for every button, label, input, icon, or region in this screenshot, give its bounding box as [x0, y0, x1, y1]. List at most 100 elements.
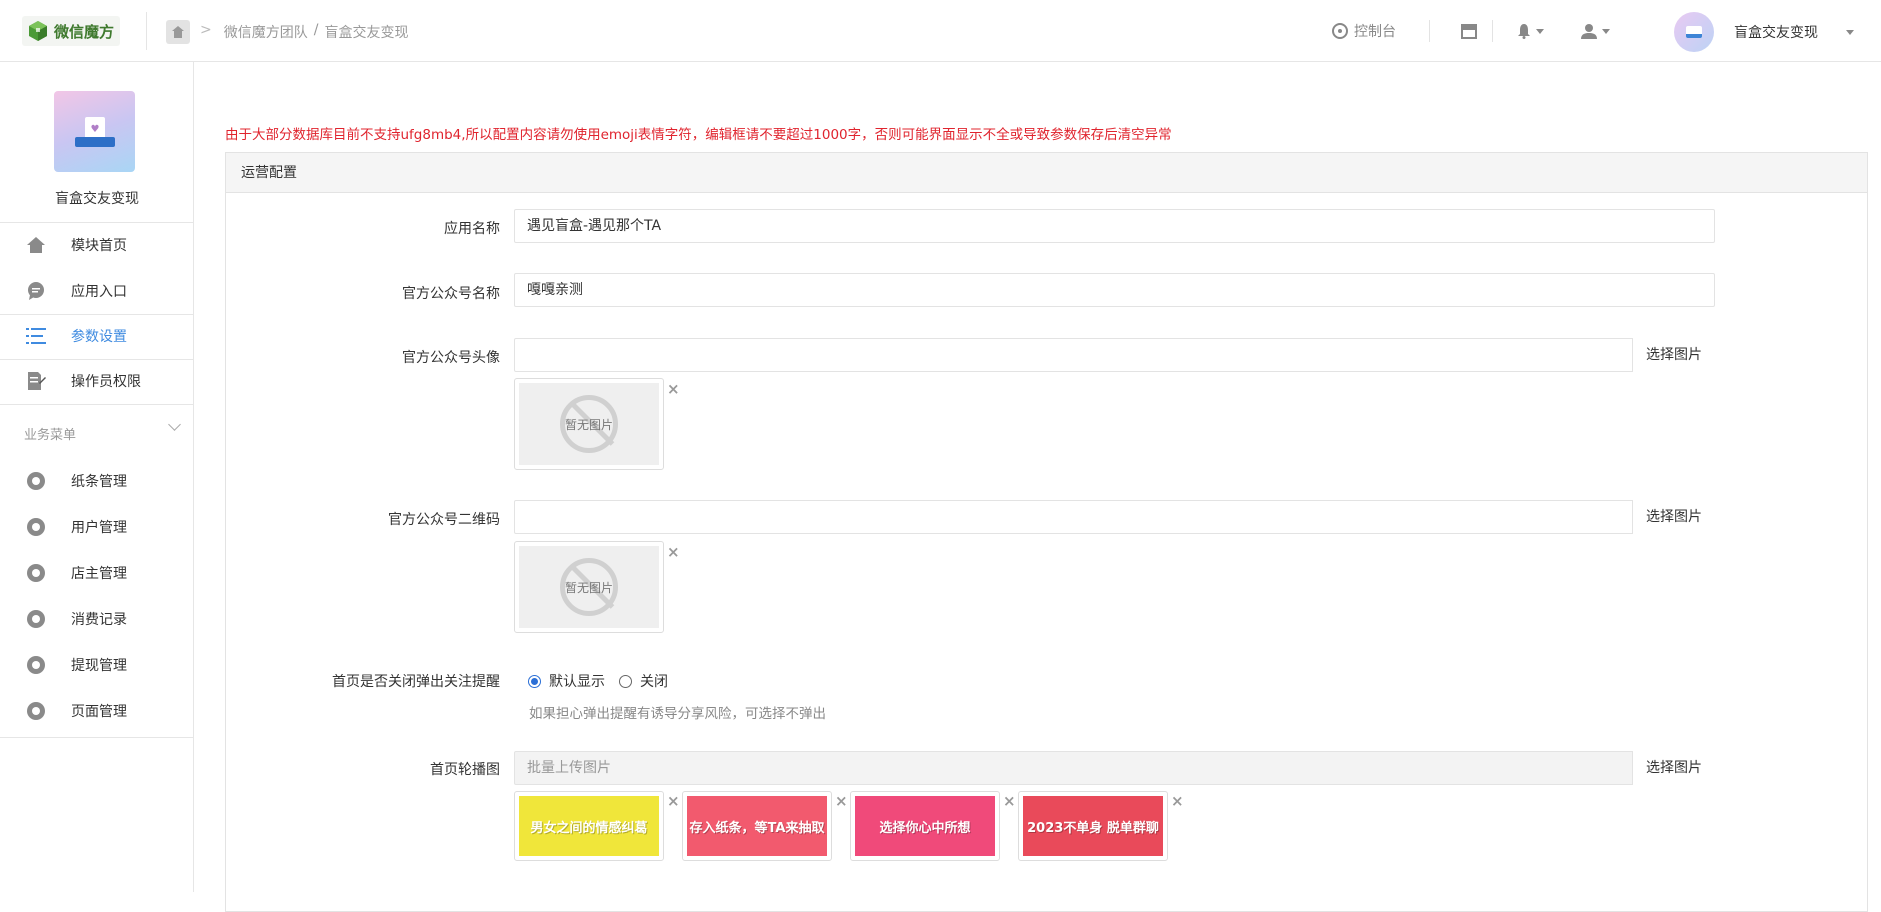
- breadcrumb-separator: /: [313, 22, 319, 38]
- breadcrumb-team[interactable]: 微信魔方团队: [224, 22, 308, 42]
- user-menu[interactable]: [1580, 0, 1610, 62]
- sidebar-item-label: 用户管理: [71, 520, 127, 536]
- divider: [1429, 20, 1430, 42]
- sidebar-item-users[interactable]: 用户管理: [0, 505, 194, 549]
- carousel-label: 首页轮播图: [430, 762, 500, 778]
- gear-icon: [25, 608, 47, 630]
- sidebar-item-notes[interactable]: 纸条管理: [0, 459, 194, 503]
- app-avatar-icon: [1686, 26, 1702, 38]
- sidebar-item-shop-owners[interactable]: 店主管理: [0, 551, 194, 595]
- chevron-right-icon: >: [200, 22, 212, 38]
- sidebar-item-label: 操作员权限: [71, 374, 141, 390]
- sidebar-item-label: 页面管理: [71, 704, 127, 720]
- sidebar-item-consumption-records[interactable]: 消费记录: [0, 597, 194, 641]
- sidebar-app-name: 盲盒交友变现: [55, 191, 139, 207]
- close-icon[interactable]: ×: [667, 792, 680, 810]
- carousel-image-2: 存入纸条，等TA来抽取: [682, 791, 832, 861]
- gear-icon: [25, 654, 47, 676]
- app-name-input[interactable]: 遇见盲盒-遇见那个TA: [514, 209, 1715, 243]
- brand-logo[interactable]: 微信魔方: [22, 16, 121, 46]
- carousel-upload-input[interactable]: 批量上传图片: [514, 751, 1715, 785]
- carousel-caption: 2023不单身 脱单群聊: [1027, 820, 1159, 836]
- radio-default-show-label[interactable]: 默认显示: [549, 671, 605, 691]
- store-icon[interactable]: [1460, 0, 1478, 62]
- popup-reminder-label: 首页是否关闭弹出关注提醒: [332, 674, 500, 690]
- sidebar-item-withdrawals[interactable]: 提现管理: [0, 643, 194, 687]
- radio-close[interactable]: [619, 674, 632, 688]
- app-logo: ♥: [54, 91, 135, 172]
- sidebar: ♥ 盲盒交友变现 模块首页 应用入口 参数设置 操作员权限 业务菜单 纸条管理: [0, 62, 194, 892]
- user-name[interactable]: 盲盒交友变现: [1734, 22, 1818, 42]
- popup-help-text: 如果担心弹出提醒有诱导分享风险，可选择不弹出: [529, 706, 826, 722]
- select-avatar-image-button[interactable]: 选择图片: [1632, 338, 1715, 372]
- caret-down-icon[interactable]: [1846, 30, 1854, 35]
- sidebar-item-operator-permissions[interactable]: 操作员权限: [0, 359, 194, 403]
- notification-bell[interactable]: [1516, 0, 1544, 62]
- close-icon[interactable]: ×: [1171, 792, 1184, 810]
- caret-down-icon: [1536, 28, 1544, 34]
- gear-icon: [25, 562, 47, 584]
- sidebar-item-label: 参数设置: [71, 329, 127, 345]
- close-icon[interactable]: ×: [667, 543, 680, 561]
- no-image-text: 暂无图片: [564, 580, 613, 595]
- official-avatar-input[interactable]: [514, 338, 1715, 372]
- sidebar-item-label: 应用入口: [71, 284, 127, 300]
- radio-close-label[interactable]: 关闭: [640, 671, 668, 691]
- section-title-business-menu[interactable]: 业务菜单: [24, 424, 76, 443]
- sidebar-item-label: 模块首页: [71, 238, 127, 254]
- avatar-image-preview: 暂无图片: [514, 378, 664, 470]
- no-image-text: 暂无图片: [564, 417, 613, 432]
- sidebar-item-label: 提现管理: [71, 658, 127, 674]
- radio-default-show[interactable]: [528, 674, 541, 688]
- breadcrumb: > 微信魔方团队 / 盲盒交友变现: [200, 22, 408, 42]
- list-icon: [26, 326, 46, 346]
- bell-icon: [1518, 24, 1530, 39]
- divider: [1492, 20, 1493, 42]
- sidebar-item-label: 店主管理: [71, 566, 127, 582]
- select-carousel-images-button[interactable]: 选择图片: [1632, 751, 1715, 785]
- user-icon: [1581, 24, 1597, 39]
- divider: [146, 12, 147, 50]
- close-icon[interactable]: ×: [667, 380, 680, 398]
- sidebar-item-label: 消费记录: [71, 612, 127, 628]
- select-qr-image-button[interactable]: 选择图片: [1632, 500, 1715, 534]
- close-icon[interactable]: ×: [835, 792, 848, 810]
- carousel-image-4: 2023不单身 脱单群聊: [1018, 791, 1168, 861]
- popup-reminder-radio-group: 默认显示 关闭: [528, 671, 668, 691]
- heart-icon: ♥: [90, 123, 100, 135]
- gear-icon: [25, 470, 47, 492]
- console-label: 控制台: [1354, 24, 1396, 40]
- carousel-caption: 选择你心中所想: [879, 820, 971, 836]
- gear-icon: [25, 700, 47, 722]
- qr-image-preview: 暂无图片: [514, 541, 664, 633]
- divider: [0, 737, 194, 738]
- gear-icon: [25, 516, 47, 538]
- breadcrumb-current: 盲盒交友变现: [324, 25, 409, 41]
- sidebar-item-label: 纸条管理: [71, 474, 127, 490]
- official-qr-label: 官方公众号二维码: [388, 512, 500, 528]
- brand-logo-text: 微信魔方: [54, 22, 115, 41]
- sidebar-item-app-entry[interactable]: 应用入口: [0, 269, 194, 313]
- sidebar-item-module-home[interactable]: 模块首页: [0, 223, 194, 267]
- console-icon: [1332, 23, 1348, 39]
- warning-notice: 由于大部分数据库目前不支持ufg8mb4,所以配置内容请勿使用emoji表情字符…: [225, 127, 1172, 143]
- sidebar-item-pages[interactable]: 页面管理: [0, 689, 194, 733]
- top-bar: 微信魔方 > 微信魔方团队 / 盲盒交友变现 控制台 盲盒交友变现: [0, 0, 1881, 62]
- close-icon[interactable]: ×: [1003, 792, 1016, 810]
- carousel-caption: 男女之间的情感纠葛: [530, 820, 648, 836]
- official-account-name-input[interactable]: 嘎嘎亲测: [514, 273, 1715, 307]
- home-icon: [26, 235, 46, 255]
- sidebar-item-settings[interactable]: 参数设置: [0, 314, 194, 358]
- caret-down-icon: [1602, 28, 1610, 34]
- chevron-down-icon[interactable]: [168, 418, 181, 431]
- document-edit-icon: [26, 371, 46, 391]
- carousel-image-3: 选择你心中所想: [850, 791, 1000, 861]
- cube-logo-icon: [29, 21, 47, 41]
- official-avatar-label: 官方公众号头像: [402, 350, 500, 366]
- carousel-caption: 存入纸条，等TA来抽取: [689, 820, 825, 836]
- home-icon[interactable]: [166, 20, 190, 44]
- console-link[interactable]: 控制台: [1332, 0, 1396, 62]
- official-qr-input[interactable]: [514, 500, 1715, 534]
- avatar[interactable]: [1674, 12, 1714, 52]
- carousel-image-1: 男女之间的情感纠葛: [514, 791, 664, 861]
